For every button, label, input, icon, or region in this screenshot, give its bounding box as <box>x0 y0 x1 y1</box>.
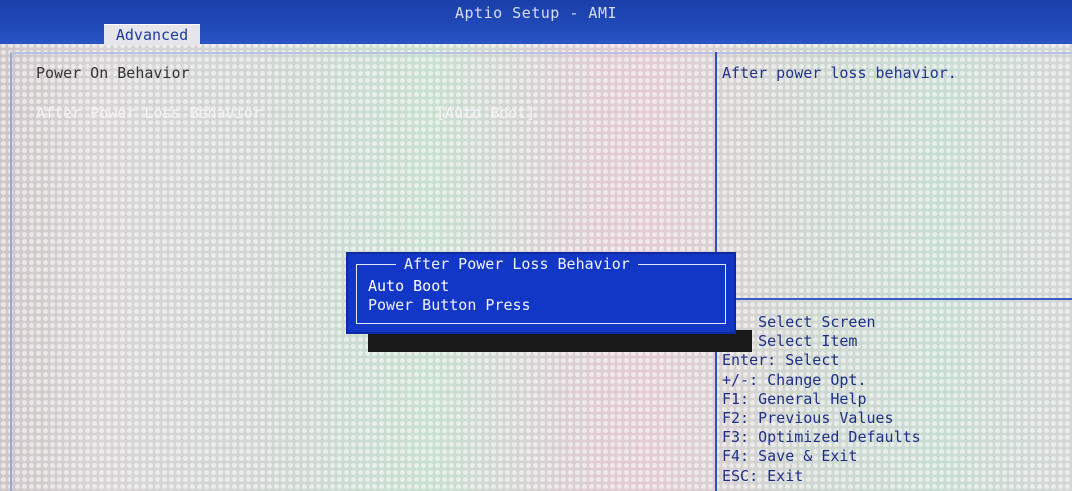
key-esc: ESC: Exit <box>722 466 804 485</box>
setting-value[interactable]: [Auto Boot] <box>436 104 535 122</box>
key-enter: Enter: Select <box>722 351 840 370</box>
key-f3: F3: Optimized Defaults <box>722 428 921 447</box>
option-popup: After Power Loss Behavior Auto Boot Powe… <box>346 252 736 334</box>
bios-screen: Aptio Setup - AMI Advanced Power On Beha… <box>0 0 1072 491</box>
app-title: Aptio Setup - AMI <box>454 4 618 22</box>
popup-title: After Power Loss Behavior <box>396 255 638 273</box>
setting-label: After Power Loss Behavior <box>36 104 262 122</box>
key-f4: F4: Save & Exit <box>722 447 858 466</box>
panel-divider-horizontal <box>717 298 1072 300</box>
key-f2: F2: Previous Values <box>722 408 894 427</box>
key-change-opt: +/-: Change Opt. <box>722 370 867 389</box>
title-bar: Aptio Setup - AMI Advanced <box>0 0 1072 45</box>
tab-advanced[interactable]: Advanced <box>104 24 200 45</box>
popup-option-power-button-press[interactable]: Power Button Press <box>368 295 531 315</box>
setting-row-after-power-loss[interactable]: After Power Loss Behavior [Auto Boot] <box>36 104 636 124</box>
popup-option-auto-boot[interactable]: Auto Boot <box>368 276 449 296</box>
section-title: Power On Behavior <box>36 64 190 82</box>
key-f1: F1: General Help <box>722 389 867 408</box>
help-text: After power loss behavior. <box>722 64 957 82</box>
